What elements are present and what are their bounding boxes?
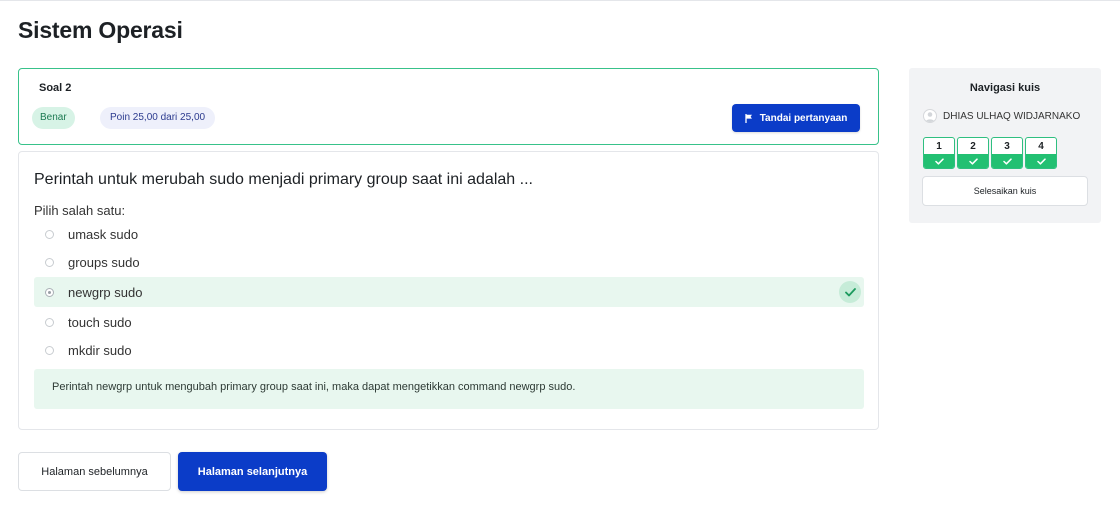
answer-label: groups sudo	[68, 254, 140, 270]
question-nav-button-4[interactable]: 4	[1025, 137, 1057, 169]
question-number: Soal 2	[39, 82, 72, 94]
previous-page-button[interactable]: Halaman sebelumnya	[18, 452, 171, 491]
question-nav-button-3[interactable]: 3	[991, 137, 1023, 169]
flag-question-button[interactable]: Tandai pertanyaan	[732, 104, 860, 132]
question-nav-button-1[interactable]: 1	[923, 137, 955, 169]
finish-quiz-button[interactable]: Selesaikan kuis	[922, 176, 1088, 206]
answered-check-icon	[992, 154, 1022, 168]
answer-radio[interactable]	[45, 257, 54, 267]
question-nav-number: 4	[1038, 141, 1044, 152]
answer-label: mkdir sudo	[68, 342, 132, 358]
answer-radio[interactable]	[45, 317, 54, 327]
question-nav-number: 3	[1004, 141, 1010, 152]
question-nav-number: 2	[970, 141, 976, 152]
top-divider	[0, 0, 1120, 1]
answer-label: umask sudo	[68, 226, 139, 242]
correct-check-icon	[839, 281, 861, 303]
answer-option-5[interactable]: mkdir sudo	[34, 336, 864, 364]
question-info-box: Soal 2 Benar Poin 25,00 dari 25,00 Tanda…	[18, 68, 879, 145]
user-info: DHIAS ULHAQ WIDJARNAKO	[923, 109, 1080, 123]
answer-label: touch sudo	[68, 314, 132, 330]
user-name: DHIAS ULHAQ WIDJARNAKO	[943, 110, 1081, 122]
answer-radio-selected[interactable]	[45, 287, 54, 297]
answer-option-3[interactable]: newgrp sudo	[34, 277, 864, 307]
answer-radio[interactable]	[45, 229, 54, 239]
next-page-button[interactable]: Halaman selanjutnya	[178, 452, 327, 491]
question-nav-grid: 1 2 3 4	[923, 137, 1057, 169]
answer-option-4[interactable]: touch sudo	[34, 308, 864, 336]
page-title: Sistem Operasi	[18, 17, 183, 43]
answer-option-2[interactable]: groups sudo	[34, 248, 864, 276]
answered-check-icon	[958, 154, 988, 168]
answer-prompt: Pilih salah satu:	[34, 203, 126, 218]
question-content: Perintah untuk merubah sudo menjadi prim…	[18, 151, 879, 430]
question-text: Perintah untuk merubah sudo menjadi prim…	[34, 171, 533, 188]
flag-icon	[745, 113, 752, 123]
status-badge: Benar	[32, 107, 75, 129]
general-feedback: Perintah newgrp untuk mengubah primary g…	[34, 369, 864, 409]
points-badge: Poin 25,00 dari 25,00	[100, 107, 216, 129]
question-nav-button-2[interactable]: 2	[957, 137, 989, 169]
avatar	[923, 109, 937, 123]
answer-option-1[interactable]: umask sudo	[34, 220, 864, 248]
answer-label: newgrp sudo	[68, 284, 143, 300]
quiz-navigation-panel: Navigasi kuis DHIAS ULHAQ WIDJARNAKO 1 2…	[909, 68, 1101, 223]
answered-check-icon	[924, 154, 954, 168]
flag-question-label: Tandai pertanyaan	[759, 112, 848, 124]
question-nav-number: 1	[936, 141, 942, 152]
quiz-navigation-title: Navigasi kuis	[969, 82, 1041, 94]
answer-radio[interactable]	[45, 345, 54, 355]
answered-check-icon	[1026, 154, 1056, 168]
